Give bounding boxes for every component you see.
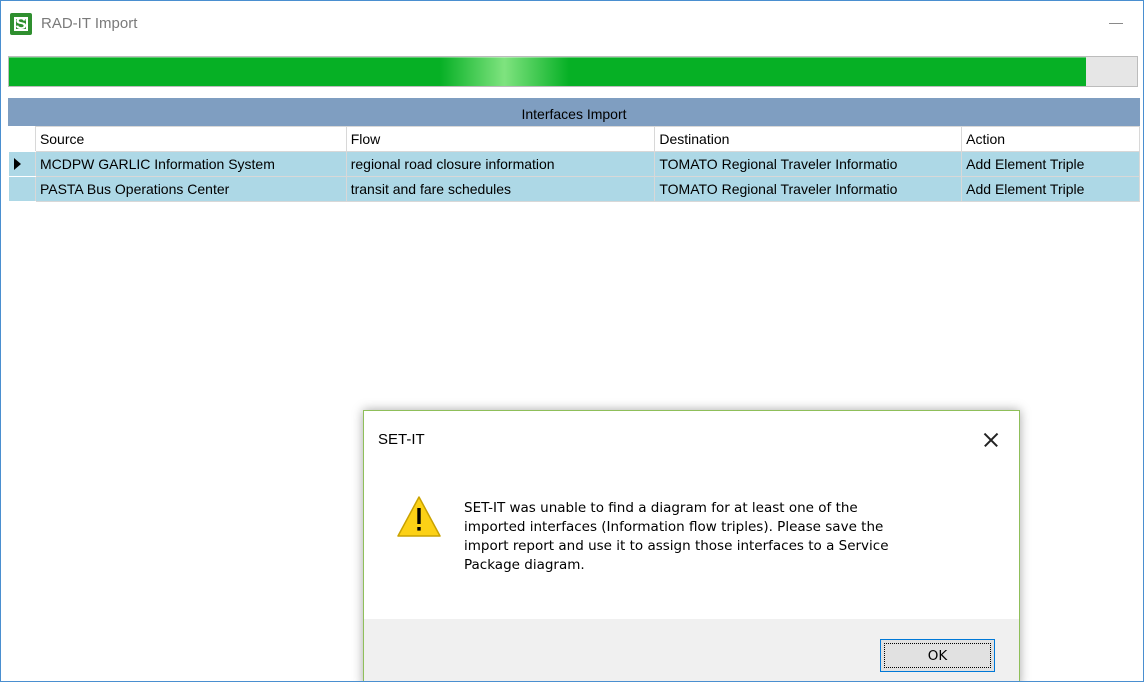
dialog-message-line: imported interfaces (Information flow tr… bbox=[464, 519, 884, 535]
row-header[interactable] bbox=[8, 176, 36, 202]
cell-flow[interactable]: regional road closure information bbox=[345, 151, 656, 177]
title-bar[interactable]: S RAD-IT Import bbox=[1, 1, 1143, 49]
progress-fill bbox=[9, 57, 1087, 86]
column-header-destination[interactable]: Destination bbox=[654, 126, 963, 152]
warning-icon bbox=[397, 496, 441, 537]
dialog-footer: OK bbox=[364, 619, 1019, 681]
dialog-message-line: Package diagram. bbox=[464, 557, 585, 573]
cell-source[interactable]: MCDPW GARLIC Information System bbox=[34, 151, 347, 177]
cell-source[interactable]: PASTA Bus Operations Center bbox=[34, 176, 347, 202]
window-title: RAD-IT Import bbox=[41, 15, 138, 32]
current-row-arrow-icon bbox=[14, 158, 21, 170]
column-header-row: Source Flow Destination Action bbox=[8, 126, 1140, 152]
grid-title: Interfaces Import bbox=[521, 106, 627, 122]
app-icon-letter: S bbox=[15, 14, 27, 33]
import-progress-bar bbox=[8, 56, 1138, 87]
minimize-button[interactable] bbox=[1101, 9, 1131, 39]
column-header-flow[interactable]: Flow bbox=[345, 126, 656, 152]
dialog-close-button[interactable] bbox=[976, 425, 1006, 455]
dialog-message: SET-IT was unable to find a diagram for … bbox=[464, 499, 994, 575]
cell-destination[interactable]: TOMATO Regional Traveler Informatio bbox=[654, 176, 963, 202]
dialog-message-line: import report and use it to assign those… bbox=[464, 538, 889, 554]
rad-it-import-window: S RAD-IT Import Interfaces Import Source bbox=[0, 0, 1144, 682]
cell-flow[interactable]: transit and fare schedules bbox=[345, 176, 656, 202]
cell-action[interactable]: Add Element Triple bbox=[961, 151, 1140, 177]
column-header-source[interactable]: Source bbox=[34, 126, 347, 152]
set-it-message-dialog: SET-IT SET-IT was unable to find a diagr… bbox=[363, 410, 1020, 681]
app-icon: S bbox=[10, 13, 32, 35]
table-row[interactable]: PASTA Bus Operations Center transit and … bbox=[8, 176, 1140, 202]
table-row[interactable]: MCDPW GARLIC Information System regional… bbox=[8, 151, 1140, 177]
dialog-message-line: SET-IT was unable to find a diagram for … bbox=[464, 500, 858, 516]
cell-action[interactable]: Add Element Triple bbox=[961, 176, 1140, 202]
ok-button[interactable]: OK bbox=[880, 639, 995, 672]
interfaces-table: Source Flow Destination Action MCDPW GAR… bbox=[8, 126, 1140, 202]
dialog-title: SET-IT bbox=[378, 431, 425, 448]
cell-destination[interactable]: TOMATO Regional Traveler Informatio bbox=[654, 151, 963, 177]
row-header-corner bbox=[8, 126, 36, 152]
column-header-action[interactable]: Action bbox=[961, 126, 1140, 152]
row-header[interactable] bbox=[8, 151, 36, 177]
grid-title-bar: Interfaces Import bbox=[8, 98, 1140, 128]
